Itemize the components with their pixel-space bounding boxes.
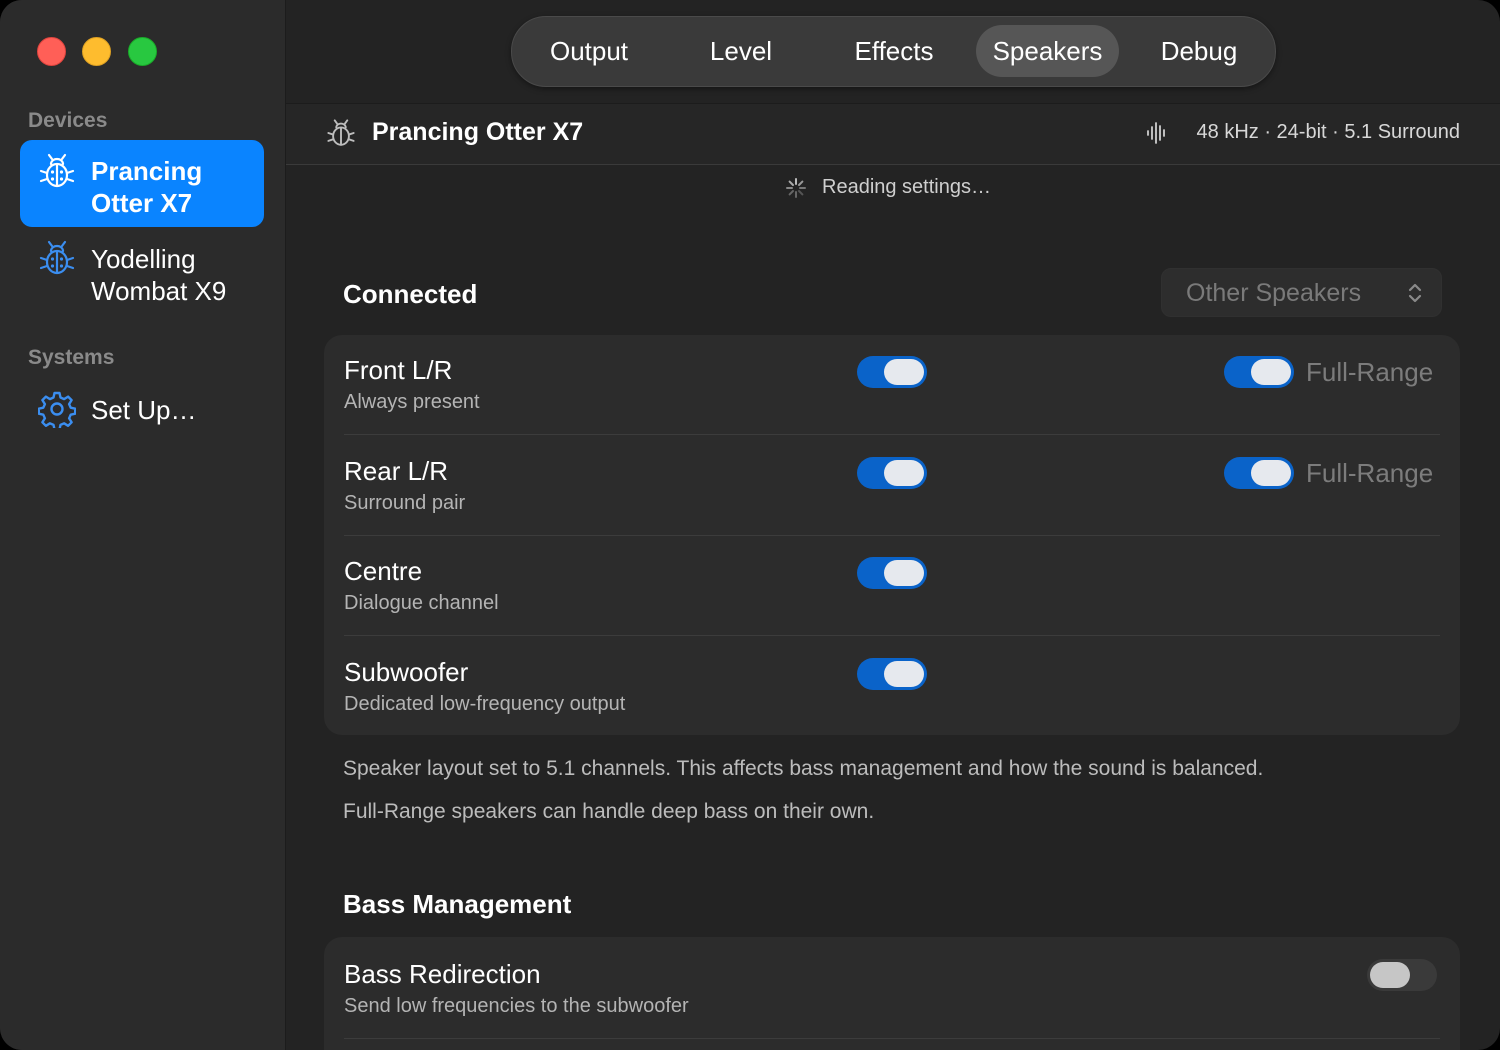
sidebar-item-label: Otter X7 xyxy=(91,188,193,218)
chevron-up-down-icon xyxy=(1408,283,1422,303)
sidebar-item-label: Wombat X9 xyxy=(91,276,227,306)
sidebar-item-yodelling-wombat-x9[interactable]: Yodelling Wombat X9 xyxy=(20,228,264,315)
bass-redirection-row: Bass Redirection Send low frequencies to… xyxy=(344,939,1440,1039)
bass-management-card: Bass Redirection Send low frequencies to… xyxy=(324,937,1460,1050)
setting-description: Send low frequencies to the subwoofer xyxy=(344,995,689,1017)
full-range-label: Full-Range xyxy=(1306,458,1434,488)
tab-effects[interactable]: Effects xyxy=(833,25,955,77)
bug-icon xyxy=(327,119,355,146)
connected-section-title: Connected xyxy=(343,279,478,309)
speaker-enable-toggle[interactable] xyxy=(857,658,927,690)
sidebar-item-prancing-otter-x7[interactable]: Prancing Otter X7 xyxy=(20,140,264,227)
waveform-icon xyxy=(1147,122,1165,144)
speaker-enable-toggle[interactable] xyxy=(857,356,927,388)
speakers-card: Front L/R Always present Full-Range Rear… xyxy=(324,335,1460,735)
speaker-row-rear: Rear L/R Surround pair Full-Range xyxy=(344,436,1440,536)
device-title: Prancing Otter X7 xyxy=(372,118,584,146)
tab-output[interactable]: Output xyxy=(528,25,650,77)
tab-debug[interactable]: Debug xyxy=(1138,25,1260,77)
full-range-note: Full-Range speakers can handle deep bass… xyxy=(343,800,875,823)
app-window: Devices Prancing Otter X7 Yodelling Womb… xyxy=(0,0,1500,1050)
tab-level[interactable]: Level xyxy=(680,25,802,77)
minimize-window-button[interactable] xyxy=(82,37,111,66)
bass-redirection-toggle[interactable] xyxy=(1367,959,1437,991)
sidebar-item-set-up[interactable]: Set Up… xyxy=(20,384,264,436)
speaker-name: Centre xyxy=(344,556,423,586)
full-range-toggle[interactable] xyxy=(1224,356,1294,388)
speaker-enable-toggle[interactable] xyxy=(857,457,927,489)
sidebar-item-label: Set Up… xyxy=(91,395,197,425)
setting-name: Bass Redirection xyxy=(344,959,541,989)
speaker-row-centre: Centre Dialogue channel xyxy=(344,536,1440,636)
gear-icon xyxy=(38,391,76,428)
speaker-name: Subwoofer xyxy=(344,657,469,687)
speaker-description: Dialogue channel xyxy=(344,592,499,614)
bass-management-section-title: Bass Management xyxy=(343,889,572,919)
loading-status-text: Reading settings… xyxy=(822,176,991,198)
sidebar: Devices Prancing Otter X7 Yodelling Womb… xyxy=(0,0,286,1050)
full-range-toggle[interactable] xyxy=(1224,457,1294,489)
speaker-name: Front L/R xyxy=(344,355,453,385)
speaker-description: Dedicated low-frequency output xyxy=(344,693,626,715)
speaker-row-subwoofer: Subwoofer Dedicated low-frequency output xyxy=(344,637,1440,737)
zoom-window-button[interactable] xyxy=(128,37,157,66)
speaker-row-front: Front L/R Always present Full-Range xyxy=(344,335,1440,435)
tab-speakers[interactable]: Speakers xyxy=(976,25,1119,77)
full-range-label: Full-Range xyxy=(1306,357,1434,387)
speaker-config-select[interactable]: Other Speakers xyxy=(1161,268,1442,317)
audio-format-info: 48 kHz · 24-bit · 5.1 Surround xyxy=(1196,121,1460,143)
tab-bar: Output Level Effects Speakers Debug xyxy=(511,16,1276,87)
spinner-icon xyxy=(786,178,806,198)
bug-icon xyxy=(39,240,75,275)
devices-section-header: Devices xyxy=(28,109,108,132)
sidebar-item-label: Prancing xyxy=(91,156,203,186)
speaker-description: Always present xyxy=(344,391,480,413)
layout-note: Speaker layout set to 5.1 channels. This… xyxy=(343,757,1264,780)
close-window-button[interactable] xyxy=(37,37,66,66)
speaker-name: Rear L/R xyxy=(344,456,449,486)
device-header: Prancing Otter X7 48 kHz · 24-bit · 5.1 … xyxy=(286,103,1500,165)
sidebar-item-label: Yodelling xyxy=(91,244,196,274)
speaker-enable-toggle[interactable] xyxy=(857,557,927,589)
speaker-description: Surround pair xyxy=(344,492,466,514)
systems-section-header: Systems xyxy=(28,346,115,369)
select-value: Other Speakers xyxy=(1186,279,1362,307)
bug-icon xyxy=(39,153,75,188)
